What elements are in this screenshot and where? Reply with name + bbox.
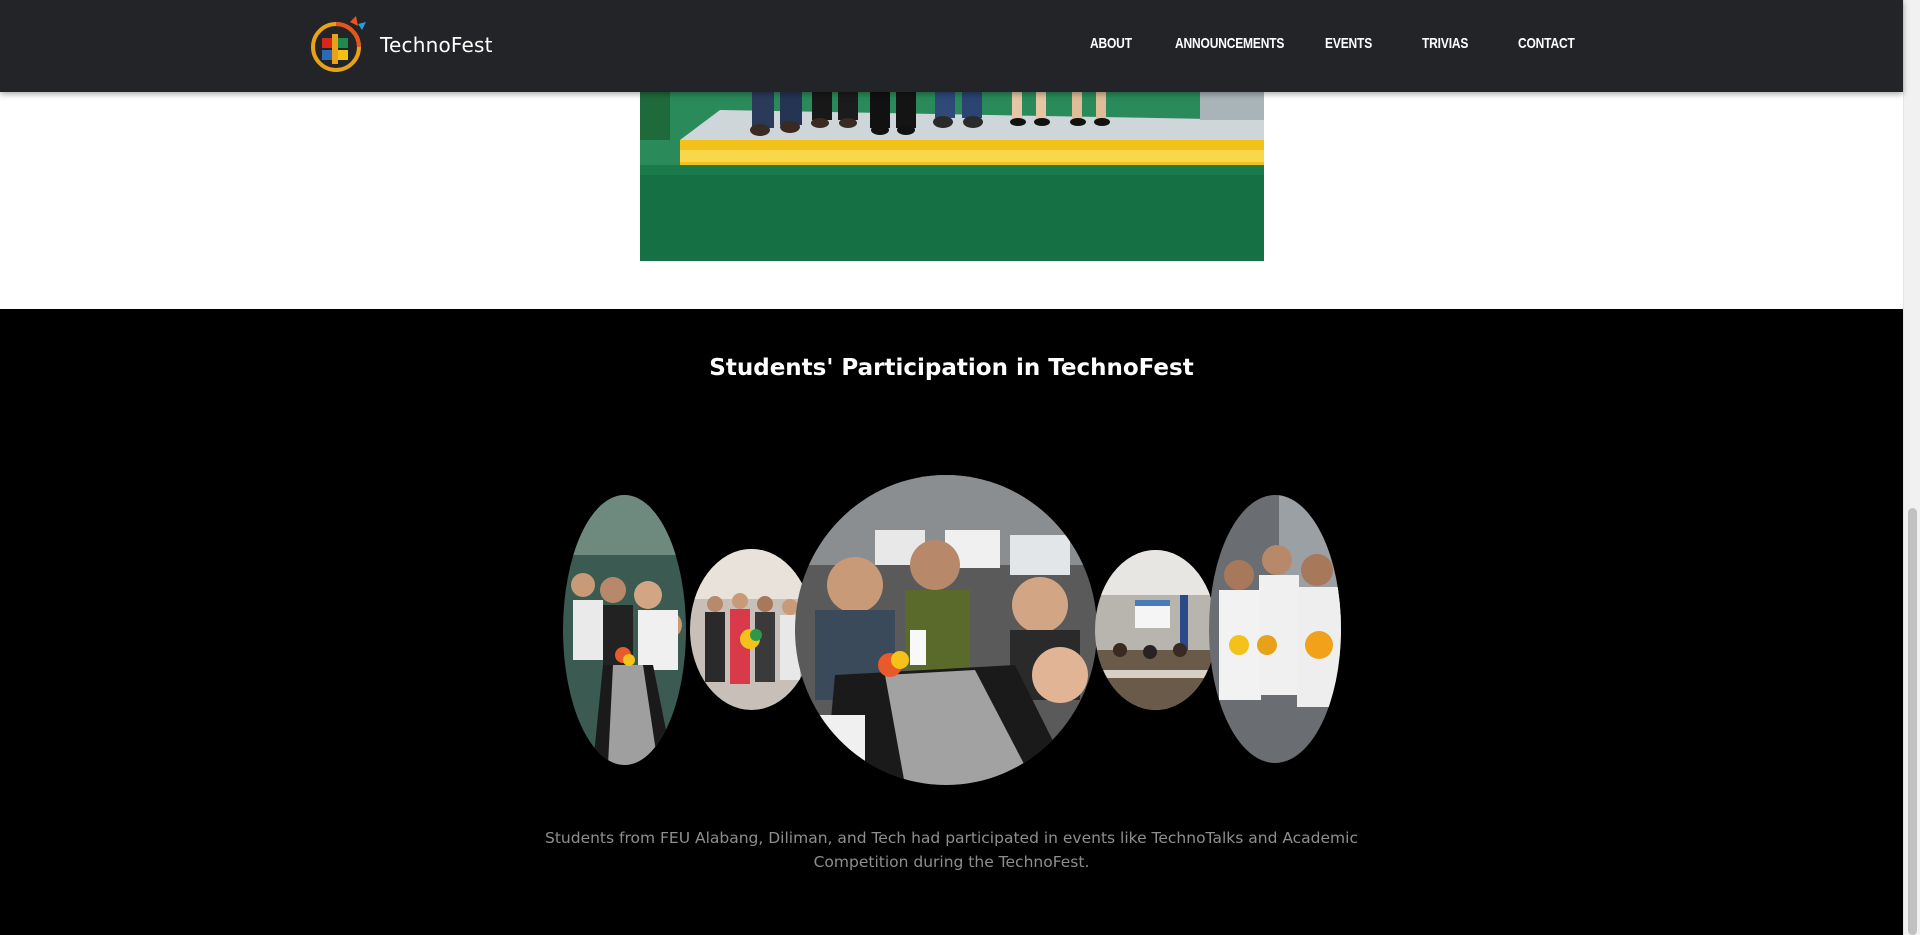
page: TechnoFest ABOUT ANNOUNCEMENTS EVENTS TR… (0, 0, 1920, 935)
top-navbar: TechnoFest ABOUT ANNOUNCEMENTS EVENTS TR… (0, 0, 1903, 92)
seminar-room-photo (1095, 550, 1216, 710)
nav-links: ABOUT ANNOUNCEMENTS EVENTS TRIVIAS CONTA… (1090, 0, 1578, 86)
students-in-shirts-photo (1209, 495, 1341, 763)
students-at-table-photo (795, 475, 1097, 785)
technofest-logo-icon (310, 14, 368, 76)
scrollbar-thumb[interactable] (1908, 508, 1917, 935)
page-scrollbar[interactable] (1903, 0, 1920, 935)
participation-section: Students' Participation in TechnoFest St… (0, 309, 1903, 935)
nav-link-contact[interactable]: CONTACT (1518, 35, 1575, 52)
nav-link-events[interactable]: EVENTS (1325, 35, 1372, 52)
nav-link-announcements[interactable]: ANNOUNCEMENTS (1175, 35, 1284, 52)
brand[interactable]: TechnoFest (310, 14, 493, 76)
nav-link-trivias[interactable]: TRIVIAS (1422, 35, 1468, 52)
participation-caption: Students from FEU Alabang, Diliman, and … (544, 829, 1358, 871)
brand-name: TechnoFest (380, 33, 493, 57)
students-dining-photo (563, 495, 686, 765)
nav-link-about[interactable]: ABOUT (1090, 35, 1132, 52)
